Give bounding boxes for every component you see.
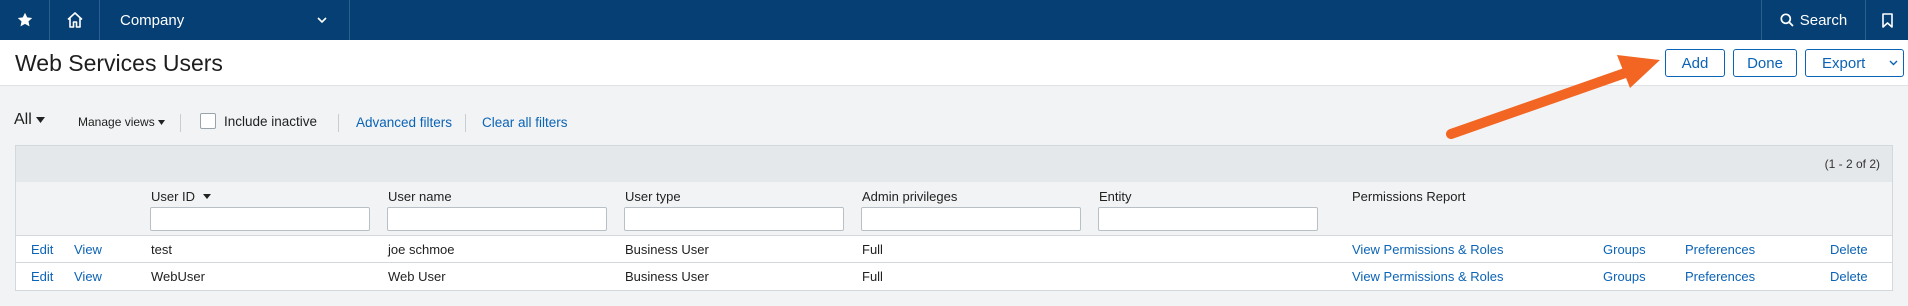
user-id-cell: WebUser — [151, 269, 205, 284]
column-label: User name — [388, 189, 452, 204]
table-toolbar: (1 - 2 of 2) — [16, 146, 1892, 182]
delete-link[interactable]: Delete — [1830, 269, 1868, 284]
page-title: Web Services Users — [15, 50, 223, 76]
divider — [338, 114, 339, 132]
user-type-cell: Business User — [625, 269, 709, 284]
favorites-button[interactable] — [0, 0, 50, 40]
user-type-cell: Business User — [625, 242, 709, 257]
caret-down-icon — [35, 117, 45, 123]
add-button[interactable]: Add — [1665, 49, 1725, 77]
view-link[interactable]: View — [74, 242, 102, 257]
table-row: Edit View test joe schmoe Business User … — [16, 236, 1892, 263]
user-id-filter-input[interactable] — [150, 207, 370, 231]
manage-views-label: Manage views — [78, 115, 155, 129]
company-label: Company — [120, 11, 185, 29]
filter-bar: All Manage views Include inactive Advanc… — [0, 108, 1000, 138]
groups-link[interactable]: Groups — [1603, 242, 1646, 257]
star-icon — [17, 12, 32, 27]
groups-link[interactable]: Groups — [1603, 269, 1646, 284]
include-inactive-toggle[interactable]: Include inactive — [200, 113, 317, 129]
column-header-user-id[interactable]: User ID — [151, 189, 212, 204]
chevron-down-icon — [317, 16, 327, 23]
search-label: Search — [1799, 11, 1848, 29]
view-permissions-link[interactable]: View Permissions & Roles — [1352, 242, 1503, 257]
manage-views-menu[interactable]: Manage views — [78, 115, 165, 129]
admin-privileges-cell: Full — [862, 269, 883, 284]
view-link[interactable]: View — [74, 269, 102, 284]
user-name-filter-input[interactable] — [387, 207, 607, 231]
sort-descending-icon — [203, 194, 212, 199]
users-table: (1 - 2 of 2) User ID User name User type… — [15, 145, 1893, 291]
user-type-filter-input[interactable] — [624, 207, 844, 231]
page-header: Web Services Users Add Done Export — [0, 40, 1908, 86]
user-name-cell: Web User — [388, 269, 446, 284]
admin-privileges-filter-input[interactable] — [861, 207, 1081, 231]
column-header-permissions-report: Permissions Report — [1352, 189, 1465, 204]
export-label: Export — [1822, 54, 1866, 72]
bookmark-button[interactable] — [1866, 0, 1908, 40]
view-label: All — [14, 111, 32, 128]
column-label: Entity — [1099, 189, 1132, 204]
user-name-cell: joe schmoe — [388, 242, 455, 257]
company-menu[interactable]: Company — [100, 0, 350, 40]
column-label: Admin privileges — [862, 189, 958, 204]
top-nav-spacer — [350, 0, 1761, 40]
preferences-link[interactable]: Preferences — [1685, 242, 1755, 257]
column-header-user-name[interactable]: User name — [388, 189, 452, 204]
record-count: (1 - 2 of 2) — [1824, 157, 1880, 171]
view-selector[interactable]: All — [14, 111, 45, 129]
column-label: Permissions Report — [1352, 189, 1466, 204]
done-button[interactable]: Done — [1733, 49, 1797, 77]
column-label: User ID — [151, 189, 196, 204]
advanced-filters-link[interactable]: Advanced filters — [356, 115, 452, 130]
admin-privileges-cell: Full — [862, 242, 883, 257]
column-label: User type — [625, 189, 681, 204]
clear-all-filters-link[interactable]: Clear all filters — [482, 115, 568, 130]
chevron-down-icon — [1889, 60, 1898, 66]
include-inactive-label: Include inactive — [224, 113, 318, 129]
divider — [465, 114, 466, 132]
table-row: Edit View WebUser Web User Business User… — [16, 263, 1892, 290]
column-header-user-type[interactable]: User type — [625, 189, 681, 204]
bookmark-icon — [1881, 12, 1893, 28]
export-button[interactable]: Export — [1805, 49, 1904, 77]
delete-link[interactable]: Delete — [1830, 242, 1868, 257]
view-permissions-link[interactable]: View Permissions & Roles — [1352, 269, 1503, 284]
include-inactive-checkbox[interactable] — [200, 113, 216, 129]
column-header-entity[interactable]: Entity — [1099, 189, 1132, 204]
divider — [180, 114, 181, 132]
caret-down-icon — [157, 119, 165, 125]
edit-link[interactable]: Edit — [31, 269, 53, 284]
search-button[interactable]: Search — [1761, 0, 1866, 40]
preferences-link[interactable]: Preferences — [1685, 269, 1755, 284]
table-header: User ID User name User type Admin privil… — [16, 182, 1892, 236]
top-nav-bar: Company Search — [0, 0, 1908, 40]
home-icon — [66, 12, 83, 28]
search-icon — [1780, 13, 1794, 27]
home-button[interactable] — [50, 0, 100, 40]
user-id-cell: test — [151, 242, 172, 257]
edit-link[interactable]: Edit — [31, 242, 53, 257]
entity-filter-input[interactable] — [1098, 207, 1318, 231]
column-header-admin-privileges[interactable]: Admin privileges — [862, 189, 957, 204]
